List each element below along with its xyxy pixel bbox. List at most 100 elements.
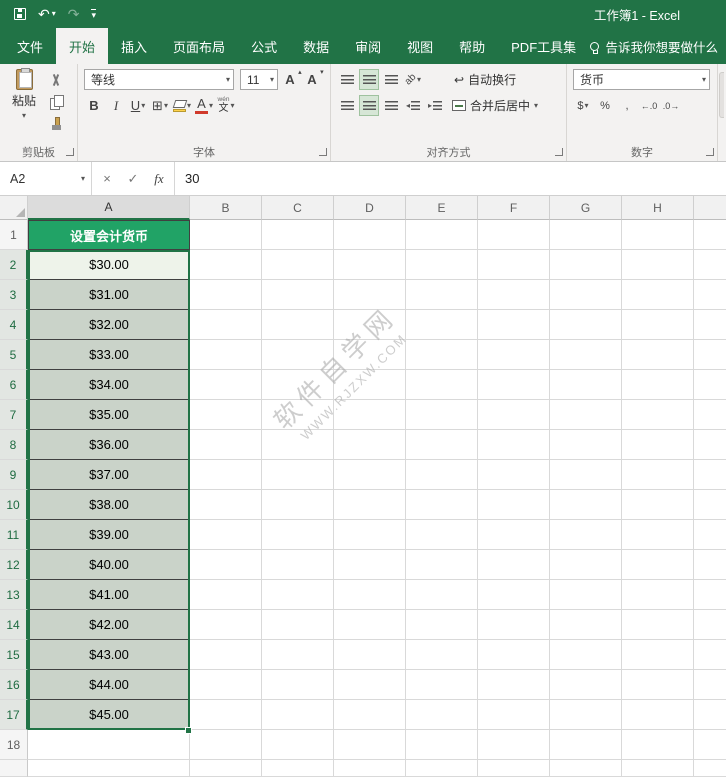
align-top-button[interactable] (337, 69, 357, 90)
cell-A14[interactable]: $42.00 (28, 610, 190, 640)
paste-button[interactable]: 粘贴 ▾ (6, 68, 42, 133)
empty-cells[interactable] (190, 490, 726, 520)
font-name-combo[interactable]: 等线 ▾ (84, 69, 234, 90)
row-header-18[interactable]: 18 (0, 730, 28, 760)
comma-style-button[interactable]: , (617, 95, 637, 116)
select-all-button[interactable] (0, 196, 28, 220)
cell-A11[interactable]: $39.00 (28, 520, 190, 550)
empty-cells[interactable] (190, 670, 726, 700)
tab-view[interactable]: 视图 (394, 28, 446, 64)
col-header-H[interactable]: H (622, 196, 694, 220)
row-header-5[interactable]: 5 (0, 340, 28, 370)
cell-A15[interactable]: $43.00 (28, 640, 190, 670)
redo-button[interactable]: ↷ (68, 7, 80, 21)
cell-A7[interactable]: $35.00 (28, 400, 190, 430)
cell-A5[interactable]: $33.00 (28, 340, 190, 370)
cell-A17[interactable]: $45.00 (28, 700, 190, 730)
cancel-button[interactable]: × (94, 171, 120, 186)
empty-cells[interactable] (190, 520, 726, 550)
row-header-6[interactable]: 6 (0, 370, 28, 400)
copy-button[interactable] (46, 93, 66, 111)
tab-data[interactable]: 数据 (290, 28, 342, 64)
empty-cells[interactable] (190, 400, 726, 430)
empty-cells[interactable] (190, 430, 726, 460)
col-header-D[interactable]: D (334, 196, 406, 220)
decrease-indent-button[interactable]: ◂ (403, 95, 423, 116)
empty-cells[interactable] (190, 370, 726, 400)
decrease-font-size-button[interactable]: A ▾ (302, 69, 323, 90)
empty-cells[interactable] (190, 760, 726, 777)
cell-A8[interactable]: $36.00 (28, 430, 190, 460)
number-format-combo[interactable]: 货币 ▾ (573, 69, 710, 90)
fill-handle[interactable] (185, 727, 192, 734)
font-size-combo[interactable]: 11 ▾ (240, 69, 278, 90)
tell-me-box[interactable]: 告诉我你想要做什么 (590, 28, 726, 64)
align-left-button[interactable] (337, 95, 357, 116)
save-button[interactable] (14, 8, 26, 20)
formula-input[interactable]: 30 (175, 162, 726, 195)
cell-A16[interactable]: $44.00 (28, 670, 190, 700)
merge-center-button[interactable]: 合并后居中 ▾ (447, 95, 543, 116)
cell-A9[interactable]: $37.00 (28, 460, 190, 490)
font-dialog-launcher[interactable] (319, 148, 327, 156)
cell-partial[interactable] (28, 760, 190, 777)
phonetic-guide-button[interactable]: wén 文 ▾ (216, 95, 236, 116)
align-bottom-button[interactable] (381, 69, 401, 90)
row-header-10[interactable]: 10 (0, 490, 28, 520)
empty-cells[interactable] (190, 220, 726, 250)
tab-insert[interactable]: 插入 (108, 28, 160, 64)
cell-A18[interactable] (28, 730, 190, 760)
col-header-C[interactable]: C (262, 196, 334, 220)
tab-home[interactable]: 开始 (56, 28, 109, 64)
cell-A13[interactable]: $41.00 (28, 580, 190, 610)
cell-A12[interactable]: $40.00 (28, 550, 190, 580)
empty-cells[interactable] (190, 640, 726, 670)
cell-A6[interactable]: $34.00 (28, 370, 190, 400)
row-header-16[interactable]: 16 (0, 670, 28, 700)
tab-pdf-tools[interactable]: PDF工具集 (498, 28, 589, 64)
col-header-G[interactable]: G (550, 196, 622, 220)
borders-button[interactable]: ⊞ ▾ (150, 95, 170, 116)
empty-cells[interactable] (190, 460, 726, 490)
align-right-button[interactable] (381, 95, 401, 116)
empty-cells[interactable] (190, 310, 726, 340)
tab-page-layout[interactable]: 页面布局 (160, 28, 238, 64)
alignment-dialog-launcher[interactable] (555, 148, 563, 156)
cell-A3[interactable]: $31.00 (28, 280, 190, 310)
col-header-F[interactable]: F (478, 196, 550, 220)
tab-file[interactable]: 文件 (4, 28, 56, 64)
row-header-8[interactable]: 8 (0, 430, 28, 460)
col-header-A[interactable]: A (28, 196, 190, 220)
align-center-button[interactable] (359, 95, 379, 116)
tab-review[interactable]: 审阅 (342, 28, 394, 64)
row-header-2[interactable]: 2 (0, 250, 28, 280)
decrease-decimal-button[interactable]: .0→ (661, 95, 681, 116)
orientation-button[interactable]: ab ▾ (403, 69, 423, 90)
insert-function-button[interactable]: fx (146, 171, 172, 187)
row-header-12[interactable]: 12 (0, 550, 28, 580)
row-header-4[interactable]: 4 (0, 310, 28, 340)
format-painter-button[interactable] (46, 115, 66, 133)
number-dialog-launcher[interactable] (706, 148, 714, 156)
empty-cells[interactable] (190, 610, 726, 640)
clipboard-dialog-launcher[interactable] (66, 148, 74, 156)
increase-indent-button[interactable]: ▸ (425, 95, 445, 116)
cell-A1[interactable]: 设置会计货币 (28, 220, 190, 250)
cut-button[interactable] (46, 71, 66, 89)
row-header-3[interactable]: 3 (0, 280, 28, 310)
align-middle-button[interactable] (359, 69, 379, 90)
font-color-button[interactable]: A ▾ (194, 95, 214, 116)
row-header-9[interactable]: 9 (0, 460, 28, 490)
row-header-7[interactable]: 7 (0, 400, 28, 430)
row-header-13[interactable]: 13 (0, 580, 28, 610)
col-header-E[interactable]: E (406, 196, 478, 220)
enter-button[interactable]: ✓ (120, 171, 146, 187)
customize-qat-button[interactable]: ▾ (91, 8, 97, 20)
cell-A10[interactable]: $38.00 (28, 490, 190, 520)
underline-button[interactable]: U ▾ (128, 95, 148, 116)
empty-cells[interactable] (190, 550, 726, 580)
empty-cells[interactable] (190, 700, 726, 730)
row-header-1[interactable]: 1 (0, 220, 28, 250)
empty-cells[interactable] (190, 730, 726, 760)
empty-cells[interactable] (190, 280, 726, 310)
